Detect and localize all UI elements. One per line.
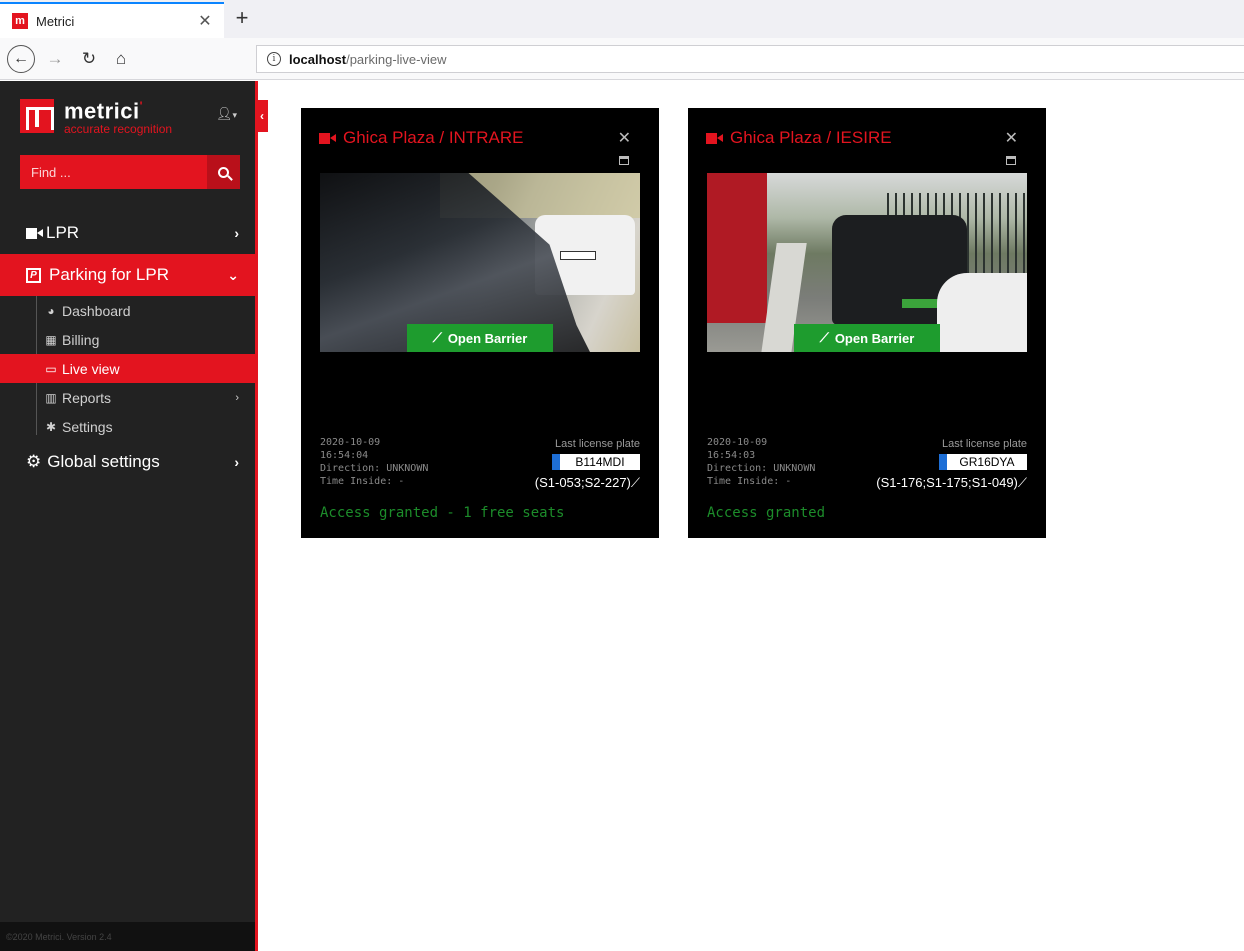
open-barrier-button[interactable]: ⟋ Open Barrier: [794, 324, 940, 352]
event-direction: Direction: UNKNOWN: [707, 463, 816, 474]
camera-card: Ghica Plaza / INTRARE ✕ ⟋ Open Barrier 2…: [301, 108, 659, 538]
parking-spots: (S1-053;S2-227)⟋: [534, 475, 640, 490]
event-time: 16:54:03: [707, 450, 756, 461]
sidebar-item-settings[interactable]: ✱ Settings: [0, 412, 255, 441]
tab-close-icon[interactable]: ✕: [196, 11, 214, 31]
event-date: 2020-10-09: [320, 437, 381, 448]
sidebar-item-lpr[interactable]: LPR ›: [0, 212, 255, 254]
tab-title: Metrici: [36, 13, 75, 29]
metrici-favicon-icon: m: [12, 13, 28, 29]
video-camera-icon: [26, 227, 43, 239]
user-menu-button[interactable]: 👤︎▾: [216, 106, 237, 122]
sidebar-item-global-settings[interactable]: ⚙ Global settings ›: [0, 441, 255, 483]
event-time: 16:54:04: [320, 450, 369, 461]
barrier-arm-icon: ⟋: [819, 330, 829, 345]
event-direction: Direction: UNKNOWN: [320, 463, 429, 474]
forward-icon[interactable]: →: [42, 46, 68, 72]
info-icon[interactable]: i: [267, 52, 281, 66]
new-tab-icon[interactable]: +: [232, 7, 252, 29]
event-details: 2020-10-09 16:54:04 Direction: UNKNOWN T…: [320, 436, 428, 488]
video-camera-icon: [319, 132, 338, 144]
bar-chart-icon: ▥: [45, 390, 57, 405]
last-plate-label: Last license plate: [942, 438, 1027, 450]
last-plate-panel: Last license plate GR16DYA (S1-176;S1-17…: [876, 438, 1027, 491]
sidebar-item-dashboard[interactable]: ◕ Dashboard: [0, 296, 255, 325]
sidebar-item-label: LPR: [46, 223, 80, 242]
chevron-down-icon: ⌄: [227, 266, 239, 283]
event-time-inside: Time Inside: -: [707, 476, 792, 487]
chevron-right-icon: ›: [235, 391, 239, 404]
last-plate-label: Last license plate: [555, 438, 640, 450]
license-plate: B114MDI: [552, 454, 640, 470]
sidebar-item-label: Reports: [62, 389, 112, 406]
reload-icon[interactable]: ↻: [76, 46, 102, 72]
close-icon[interactable]: ✕: [1005, 128, 1018, 148]
event-date: 2020-10-09: [707, 437, 768, 448]
calculator-icon: ▦: [45, 332, 57, 347]
last-plate-panel: Last license plate B114MDI (S1-053;S2-22…: [535, 438, 640, 491]
collapse-sidebar-button[interactable]: ‹: [256, 100, 268, 132]
gear-icon: ✱: [45, 419, 57, 434]
home-icon[interactable]: ⌂: [108, 46, 134, 72]
chevron-right-icon: ›: [234, 225, 239, 241]
search-button[interactable]: [207, 155, 240, 189]
close-icon[interactable]: ✕: [618, 128, 631, 148]
video-camera-icon: [706, 132, 725, 144]
back-icon[interactable]: ←: [7, 45, 35, 73]
sidebar-footer: ©2020 Metrici. Version 2.4: [0, 922, 255, 951]
sidebar-search: [20, 155, 240, 189]
sidebar-item-label: Dashboard: [62, 302, 131, 319]
browser-tab[interactable]: m Metrici ✕: [0, 2, 224, 38]
caret-down-icon: ▾: [232, 110, 238, 120]
brand-name: metrici': [64, 98, 144, 124]
maximize-icon[interactable]: [619, 156, 629, 165]
camera-card: Ghica Plaza / IESIRE ✕ ⟋ Open Barrier 20…: [688, 108, 1046, 538]
sidebar-item-reports[interactable]: ▥ Reports ›: [0, 383, 255, 412]
user-icon: 👤︎: [216, 106, 233, 121]
url-path: /parking-live-view: [346, 51, 447, 67]
sidebar-item-parking[interactable]: P Parking for LPR ⌄: [0, 254, 255, 296]
address-bar[interactable]: i localhost/parking-live-view: [256, 45, 1244, 73]
camera-title: Ghica Plaza / IESIRE: [706, 128, 892, 148]
event-time-inside: Time Inside: -: [320, 476, 405, 487]
open-barrier-button[interactable]: ⟋ Open Barrier: [407, 324, 553, 352]
barrier-arm-icon: ⟋: [432, 330, 442, 345]
barrier-arm-icon: ⟋: [630, 475, 640, 490]
maximize-icon[interactable]: [1006, 156, 1016, 165]
chevron-left-icon: ‹: [260, 109, 264, 123]
gears-icon: ⚙: [26, 452, 42, 471]
sidebar-edge: [255, 81, 258, 951]
sidebar-item-label: Settings: [62, 418, 113, 435]
sidebar-item-billing[interactable]: ▦ Billing: [0, 325, 255, 354]
parking-submenu: ◕ Dashboard ▦ Billing ▭ Live view ▥ Repo…: [0, 296, 255, 441]
parking-p-icon: P: [26, 267, 41, 283]
browser-tab-bar: m Metrici ✕ +: [0, 0, 1244, 38]
camera-title: Ghica Plaza / INTRARE: [319, 128, 523, 148]
search-input[interactable]: [20, 155, 207, 189]
access-status: Access granted - 1 free seats: [320, 505, 565, 521]
url-host: localhost: [289, 51, 347, 67]
parking-spots: (S1-176;S1-175;S1-049)⟋: [876, 475, 1027, 490]
brand-logo[interactable]: metrici' accurate recognition: [20, 96, 172, 136]
monitor-icon: ▭: [45, 361, 57, 376]
barrier-arm-icon: ⟋: [1017, 475, 1027, 490]
browser-nav-bar: ← → ↻ ⌂ i localhost/parking-live-view: [0, 38, 1244, 80]
brand-tagline: accurate recognition: [64, 121, 173, 136]
sidebar-item-label: Parking for LPR: [49, 265, 169, 284]
license-plate: GR16DYA: [939, 454, 1027, 470]
chevron-right-icon: ›: [234, 454, 239, 470]
event-details: 2020-10-09 16:54:03 Direction: UNKNOWN T…: [707, 436, 815, 488]
palette-icon: ◕: [47, 303, 55, 318]
sidebar-item-live-view[interactable]: ▭ Live view: [0, 354, 255, 383]
sidebar-menu: LPR › P Parking for LPR ⌄ ◕ Dashboard ▦ …: [0, 212, 255, 483]
metrici-logo-icon: [20, 99, 54, 133]
sidebar-item-label: Global settings: [47, 452, 160, 471]
sidebar-item-label: Live view: [62, 360, 120, 377]
search-icon: [218, 166, 229, 178]
access-status: Access granted: [707, 505, 826, 521]
sidebar-item-label: Billing: [62, 331, 100, 348]
